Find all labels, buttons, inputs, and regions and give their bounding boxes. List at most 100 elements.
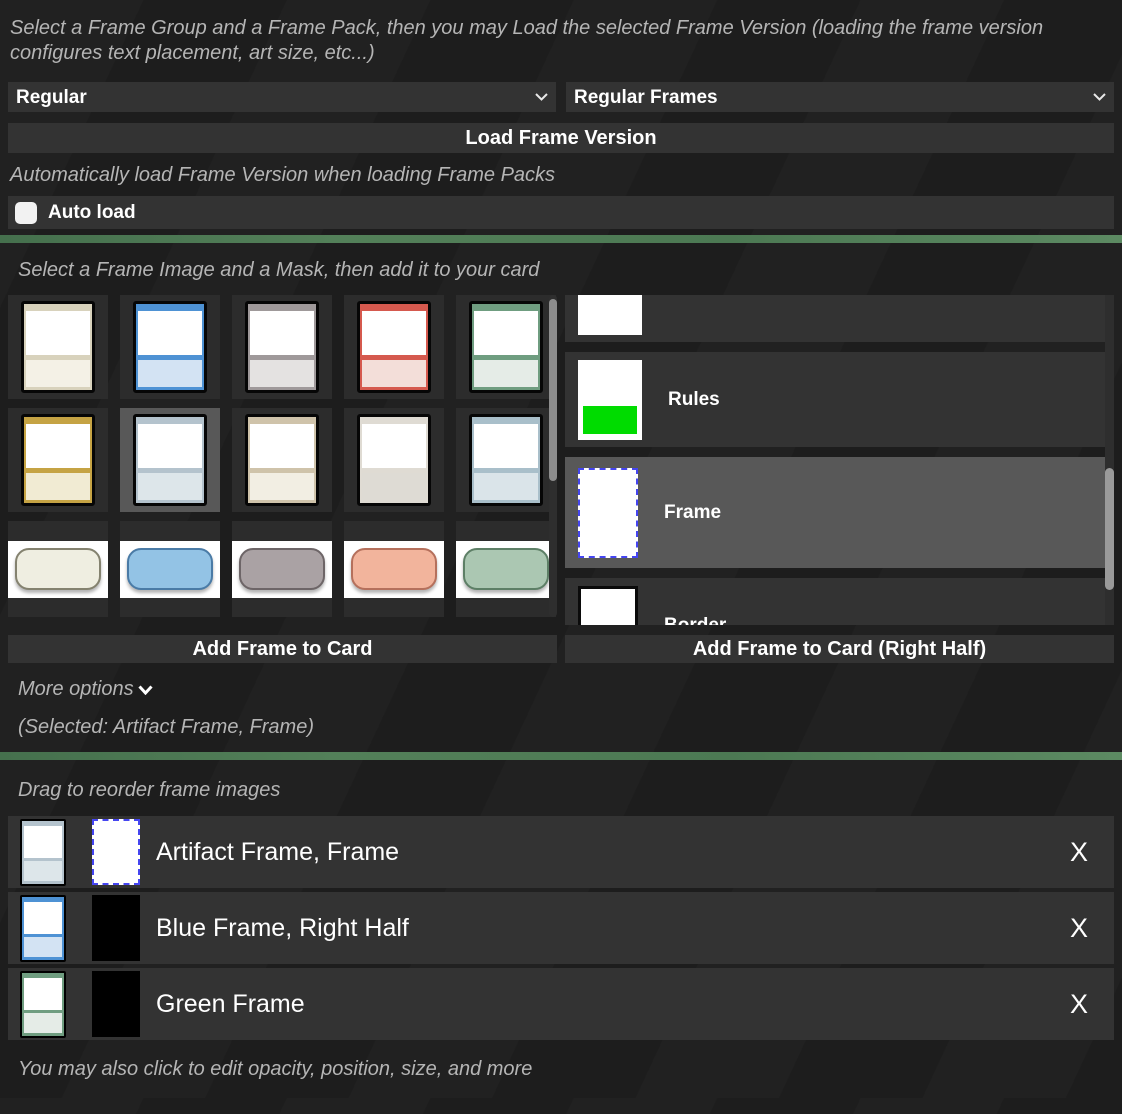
frame-version-section: Select a Frame Group and a Frame Pack, t…: [0, 16, 1122, 229]
frame-layer-row[interactable]: Artifact Frame, FrameX: [8, 816, 1114, 888]
reorder-hint: Drag to reorder frame images: [18, 778, 1114, 803]
green-title-pill-cell[interactable]: [456, 521, 556, 617]
card-textbox-area: [474, 360, 538, 387]
add-frame-right-half-button[interactable]: Add Frame to Card (Right Half): [565, 635, 1114, 663]
white-frame-thumbnail: [21, 301, 95, 393]
card-art-area: [24, 978, 62, 1010]
border-mask-thumbnail: [578, 586, 638, 626]
blue-frame-cell[interactable]: [120, 295, 220, 399]
silver-title-pill-cell[interactable]: [232, 521, 332, 617]
mask-item[interactable]: [565, 295, 1105, 342]
mask-label: Border: [664, 615, 726, 626]
red-frame-cell[interactable]: [344, 295, 444, 399]
gold-frame-cell[interactable]: [8, 408, 108, 512]
mask-list-column: Rules Frame Border: [565, 295, 1114, 625]
card-art-area: [24, 826, 62, 858]
card-textbox-area: [138, 360, 202, 387]
gold-frame-thumbnail: [21, 414, 95, 506]
auto-load-toggle[interactable]: Auto load: [8, 196, 1114, 229]
title-pill-shape: [239, 548, 325, 590]
green-frame-cell[interactable]: [456, 295, 556, 399]
card-textbox-area: [362, 473, 426, 500]
frame-layers-section: Drag to reorder frame images Artifact Fr…: [0, 778, 1122, 1082]
silver-title-pill-thumbnail: [232, 541, 332, 598]
silver-frame-cell[interactable]: [232, 295, 332, 399]
mask-item-rules[interactable]: Rules: [565, 352, 1105, 447]
card-textbox-area: [138, 473, 202, 500]
card-textbox-area: [250, 360, 314, 387]
card-art-area: [138, 424, 202, 468]
green-frame-thumbnail: [469, 301, 543, 393]
frame-pack-select[interactable]: Regular Frames: [566, 82, 1114, 112]
mask-item-frame[interactable]: Frame: [565, 457, 1105, 568]
colored-artifact-frame-cell[interactable]: [456, 408, 556, 512]
card-textbox-area: [26, 360, 90, 387]
card-art-area: [250, 424, 314, 468]
layer-mask-thumbnail: [92, 895, 140, 961]
frame-group-select-wrap: Regular: [8, 82, 556, 112]
white-title-pill-thumbnail: [8, 541, 108, 598]
card-art-area: [362, 311, 426, 355]
add-frame-button[interactable]: Add Frame to Card: [8, 635, 557, 663]
mask-label: Rules: [668, 389, 720, 411]
load-frame-version-button[interactable]: Load Frame Version: [8, 123, 1114, 153]
scrollbar-thumb[interactable]: [1105, 468, 1114, 590]
title-pill-shape: [127, 548, 213, 590]
frame-image-grid: [8, 295, 557, 617]
frame-select-row: Regular Regular Frames: [8, 82, 1114, 112]
layer-label: Artifact Frame, Frame: [156, 838, 1070, 867]
parchment-frame-cell[interactable]: [232, 408, 332, 512]
rules-green-band: [583, 406, 637, 434]
mask-label: Frame: [664, 502, 721, 524]
frame-grid-scrollbar[interactable]: [549, 295, 557, 617]
section-divider: [0, 235, 1122, 243]
auto-load-checkbox[interactable]: [15, 202, 37, 224]
mask-list: Rules Frame Border: [565, 295, 1105, 625]
card-textbox-area: [24, 937, 62, 957]
card-art-area: [474, 311, 538, 355]
frame-picker-columns: Rules Frame Border: [8, 295, 1114, 625]
remove-frame-button[interactable]: X: [1070, 989, 1088, 1020]
red-title-pill-thumbnail: [344, 541, 444, 598]
blue-title-pill-thumbnail: [120, 541, 220, 598]
card-textbox-area: [250, 473, 314, 500]
card-art-area: [362, 424, 426, 468]
artifact-frame-cell[interactable]: [120, 408, 220, 512]
add-frame-button-row: Add Frame to Card Add Frame to Card (Rig…: [8, 635, 1114, 663]
card-art-area: [24, 902, 62, 934]
layer-label: Green Frame: [156, 990, 1070, 1019]
card-art-area: [474, 424, 538, 468]
title-pill-shape: [463, 548, 549, 590]
blue-title-pill-cell[interactable]: [120, 521, 220, 617]
frame-image-column: [8, 295, 557, 625]
plain-white-frame-cell[interactable]: [344, 408, 444, 512]
frame-layer-row[interactable]: Green FrameX: [8, 968, 1114, 1040]
title-pill-shape: [15, 548, 101, 590]
white-title-pill-cell[interactable]: [8, 521, 108, 617]
mask-list-scrollbar[interactable]: [1105, 295, 1114, 625]
auto-load-label: Auto load: [48, 202, 136, 224]
layer-frame-thumbnail: [20, 895, 66, 962]
frame-version-intro: Select a Frame Group and a Frame Pack, t…: [10, 16, 1055, 66]
parchment-frame-thumbnail: [245, 414, 319, 506]
more-options-toggle[interactable]: More options: [18, 677, 153, 702]
frame-layer-row[interactable]: Blue Frame, Right HalfX: [8, 892, 1114, 964]
card-textbox-area: [24, 1013, 62, 1033]
red-title-pill-cell[interactable]: [344, 521, 444, 617]
chevron-down-icon: [1093, 93, 1106, 101]
title-pill-shape: [351, 548, 437, 590]
frame-group-select[interactable]: Regular: [8, 82, 556, 112]
layer-mask-thumbnail: [92, 819, 140, 885]
silver-frame-thumbnail: [245, 301, 319, 393]
remove-frame-button[interactable]: X: [1070, 837, 1088, 868]
frame-picker-hint: Select a Frame Image and a Mask, then ad…: [18, 258, 1114, 283]
mask-item-border[interactable]: Border: [565, 578, 1105, 625]
mask-mask-thumbnail: [578, 295, 642, 335]
chevron-down-icon: [535, 93, 548, 101]
card-art-area: [250, 311, 314, 355]
card-art-area: [26, 424, 90, 468]
white-frame-cell[interactable]: [8, 295, 108, 399]
frame-picker-section: Select a Frame Image and a Mask, then ad…: [0, 258, 1122, 740]
scrollbar-thumb[interactable]: [549, 299, 557, 481]
remove-frame-button[interactable]: X: [1070, 913, 1088, 944]
